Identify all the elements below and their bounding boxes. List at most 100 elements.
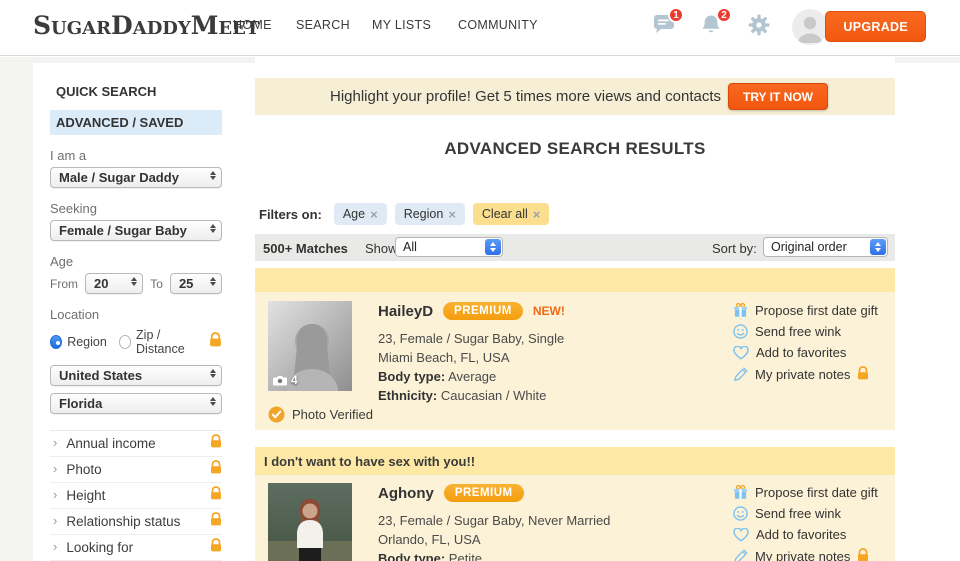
lock-icon [209,332,222,352]
seeking-select[interactable]: Female / Sugar Baby [50,220,222,241]
add-favorites-action[interactable]: Add to favorites [733,345,878,360]
profile-detail-line: Ethnicity: Caucasian / White [378,386,565,405]
select-stepper-icon [131,277,137,286]
card-headline-strip [255,268,895,292]
card-body: Aghony PREMIUM 23, Female / Sugar Baby, … [255,475,895,561]
region-radio-label[interactable]: Region [67,335,107,349]
profile-name-row: Aghony PREMIUM [378,484,610,502]
result-card: 4 HaileyD PREMIUM NEW! 23, Female / Suga… [255,268,895,430]
messages-icon[interactable]: 1 [652,14,678,40]
state-select[interactable]: Florida [50,393,222,414]
profile-actions: Propose first date gift Send free wink [733,302,878,383]
filter-photo[interactable]: › Photo [50,457,222,483]
upgrade-button[interactable]: UPGRADE [825,11,926,42]
i-am-a-value: Male / Sugar Daddy [59,170,179,185]
remove-filter-icon[interactable]: × [448,207,456,222]
sort-by-label: Sort by: [712,241,757,256]
notifications-icon[interactable]: 2 [700,14,726,40]
chevron-right-icon: › [53,461,57,476]
site-logo[interactable]: SugarDaddyMeet [33,11,259,40]
verified-check-icon [268,406,285,423]
country-select[interactable]: United States [50,365,222,386]
filters-on-label: Filters on: [259,207,322,222]
propose-gift-action[interactable]: Propose first date gift [733,484,878,500]
profile-photo[interactable] [268,483,352,561]
nav-community[interactable]: COMMUNITY [458,18,538,32]
left-gutter [0,57,33,561]
results-main: Highlight your profile! Get 5 times more… [255,55,895,561]
send-wink-action[interactable]: Send free wink [733,324,878,339]
nav-search[interactable]: SEARCH [296,18,350,32]
filter-relationship-status[interactable]: › Relationship status [50,509,222,535]
messages-badge: 1 [668,7,684,23]
remove-filter-icon[interactable]: × [370,207,378,222]
heart-icon [733,528,749,542]
promo-banner: Highlight your profile! Get 5 times more… [255,78,895,115]
premium-badge: PREMIUM [443,302,523,320]
profile-detail-line: 23, Female / Sugar Baby, Never Married [378,511,610,530]
country-value: United States [59,368,142,383]
pencil-icon [733,549,748,561]
location-label: Location [50,307,222,322]
filter-chip-age[interactable]: Age × [334,203,387,225]
page-title: ADVANCED SEARCH RESULTS [255,139,895,159]
pencil-icon [733,367,748,382]
profile-headline: I don't want to have sex with you!! [255,447,895,475]
profile-detail-line: Body type: Petite [378,549,610,561]
add-favorites-action[interactable]: Add to favorites [733,527,878,542]
age-from-value: 20 [94,276,108,291]
person-icon [792,9,828,45]
private-notes-action[interactable]: My private notes [733,366,878,383]
profile-photo[interactable]: 4 [268,301,352,391]
clear-all-chip[interactable]: Clear all × [473,203,549,225]
profile-info: Aghony PREMIUM 23, Female / Sugar Baby, … [378,484,610,561]
age-from-select[interactable]: 20 [85,273,143,294]
active-filters-row: Filters on: Age × Region × Clear all × [255,202,895,226]
show-select[interactable]: All [395,237,503,257]
filter-looking-for[interactable]: › Looking for [50,535,222,561]
chevron-right-icon: › [53,487,57,502]
age-to-value: 25 [179,276,193,291]
select-stepper-icon [210,369,216,378]
age-to-label: To [150,277,163,291]
i-am-a-label: I am a [50,148,222,163]
gift-icon [733,302,748,318]
wink-smiley-icon [733,324,748,339]
send-wink-action[interactable]: Send free wink [733,506,878,521]
try-it-now-button[interactable]: TRY IT NOW [728,83,828,110]
profile-name[interactable]: Aghony [378,485,434,502]
profile-detail-line: Orlando, FL, USA [378,530,610,549]
tab-quick-search[interactable]: QUICK SEARCH [50,79,222,104]
photo-count-overlay: 4 [273,373,298,387]
results-toolbar: 500+ Matches Show: All Sort by: Original… [255,234,895,261]
premium-badge: PREMIUM [444,484,524,502]
photo-verified-label: Photo Verified [292,407,373,422]
profile-avatar[interactable] [792,9,828,45]
location-mode-row: Region Zip / Distance [50,328,222,356]
remove-filter-icon[interactable]: × [533,207,541,222]
filter-chip-region[interactable]: Region × [395,203,465,225]
filter-annual-income[interactable]: › Annual income [50,431,222,457]
chevron-right-icon: › [53,435,57,450]
i-am-a-select[interactable]: Male / Sugar Daddy [50,167,222,188]
nav-my-lists[interactable]: MY LISTS [372,18,431,32]
sort-select[interactable]: Original order [763,237,888,257]
zip-distance-label[interactable]: Zip / Distance [136,328,201,356]
profile-detail-line: Miami Beach, FL, USA [378,348,565,367]
region-radio[interactable] [50,335,62,349]
profile-headline [255,268,895,281]
settings-gear-icon[interactable] [748,14,774,40]
photo-placeholder [268,483,352,561]
seeking-label: Seeking [50,201,222,216]
age-to-select[interactable]: 25 [170,273,222,294]
tab-advanced-saved[interactable]: ADVANCED / SAVED [50,110,222,135]
filter-height[interactable]: › Height [50,483,222,509]
profile-details: 23, Female / Sugar Baby, Never Married O… [378,511,610,561]
chevron-right-icon: › [53,539,57,554]
private-notes-action[interactable]: My private notes [733,548,878,561]
nav-home[interactable]: HOME [233,18,272,32]
propose-gift-action[interactable]: Propose first date gift [733,302,878,318]
profile-name[interactable]: HaileyD [378,303,433,320]
promo-text: Highlight your profile! Get 5 times more… [330,88,721,105]
zip-distance-radio[interactable] [119,335,131,349]
